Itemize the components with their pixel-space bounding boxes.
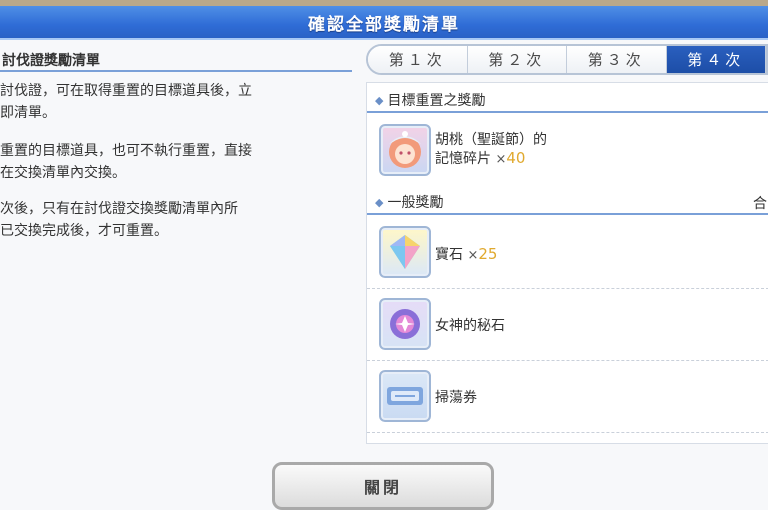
rule-text-2: 重置的目標道具，也可不執行重置，直接 在交換清單內交換。 <box>0 143 252 181</box>
general-reward-label: 一般獎勵 <box>387 195 444 211</box>
sweep-ticket-name: 掃蕩券 <box>435 390 477 406</box>
general-reward-header: ◆ 一般獎勵 合 <box>367 191 768 215</box>
rules-heading: 討伐證獎勵清單 <box>0 50 352 72</box>
reward-item-sweep-ticket: 掃蕩券 <box>367 363 768 433</box>
character-portrait-icon <box>379 124 431 176</box>
diamond-bullet-icon: ◆ <box>375 93 384 107</box>
dialog-title: 確認全部獎勵清單 <box>0 6 768 40</box>
goddess-stone-icon <box>379 298 431 350</box>
character-shard-name-line2-text: 記憶碎片 <box>435 151 491 167</box>
tab-round-4[interactable]: 第４次 <box>666 46 766 73</box>
goddess-stone-name: 女神的秘石 <box>435 318 505 334</box>
general-reward-extra: 合 <box>753 196 767 212</box>
tab-round-1[interactable]: 第１次 <box>368 46 468 73</box>
target-reward-header: ◆ 目標重置之獎勵 <box>367 89 768 113</box>
gem-qty: 25 <box>478 245 498 263</box>
diamond-bullet-icon: ◆ <box>375 195 384 209</box>
gem-qty-prefix: × <box>467 248 479 263</box>
rule-text-1: 討伐證，可在取得重置的目標道具後，立 即清單。 <box>0 83 252 121</box>
sweep-ticket-icon <box>379 370 431 422</box>
tab-round-3[interactable]: 第３次 <box>567 46 667 73</box>
reward-item-character-shard: 胡桃（聖誕節）的 記憶碎片 ×40 <box>367 117 768 187</box>
round-tabs: 第１次 第２次 第３次 第４次 <box>366 44 768 75</box>
character-shard-name-line2: 記憶碎片 ×40 <box>435 149 547 169</box>
reward-item-gem: 寶石 ×25 <box>367 219 768 289</box>
character-shard-name-line1: 胡桃（聖誕節）的 <box>435 132 547 148</box>
gem-name-row: 寶石 ×25 <box>435 245 497 265</box>
gem-icon <box>379 226 431 278</box>
close-button[interactable]: 關閉 <box>272 462 494 510</box>
character-shard-name: 胡桃（聖誕節）的 記憶碎片 ×40 <box>435 131 547 169</box>
character-shard-qty: 40 <box>506 149 526 167</box>
tab-round-2[interactable]: 第２次 <box>467 46 567 73</box>
gem-name: 寶石 <box>435 247 463 263</box>
rule-text-3: 次後，只有在討伐證交換獎勵清單內所 已交換完成後，才可重置。 <box>0 201 238 239</box>
reward-list[interactable]: ◆ 目標重置之獎勵 胡桃（聖誕節）的 記憶碎片 ×40 ◆ 一般獎勵 合 寶石 … <box>366 82 768 444</box>
reward-item-goddess-stone: 女神的秘石 <box>367 291 768 361</box>
target-reward-label: 目標重置之獎勵 <box>387 93 486 109</box>
character-shard-qty-prefix: × <box>495 152 507 167</box>
